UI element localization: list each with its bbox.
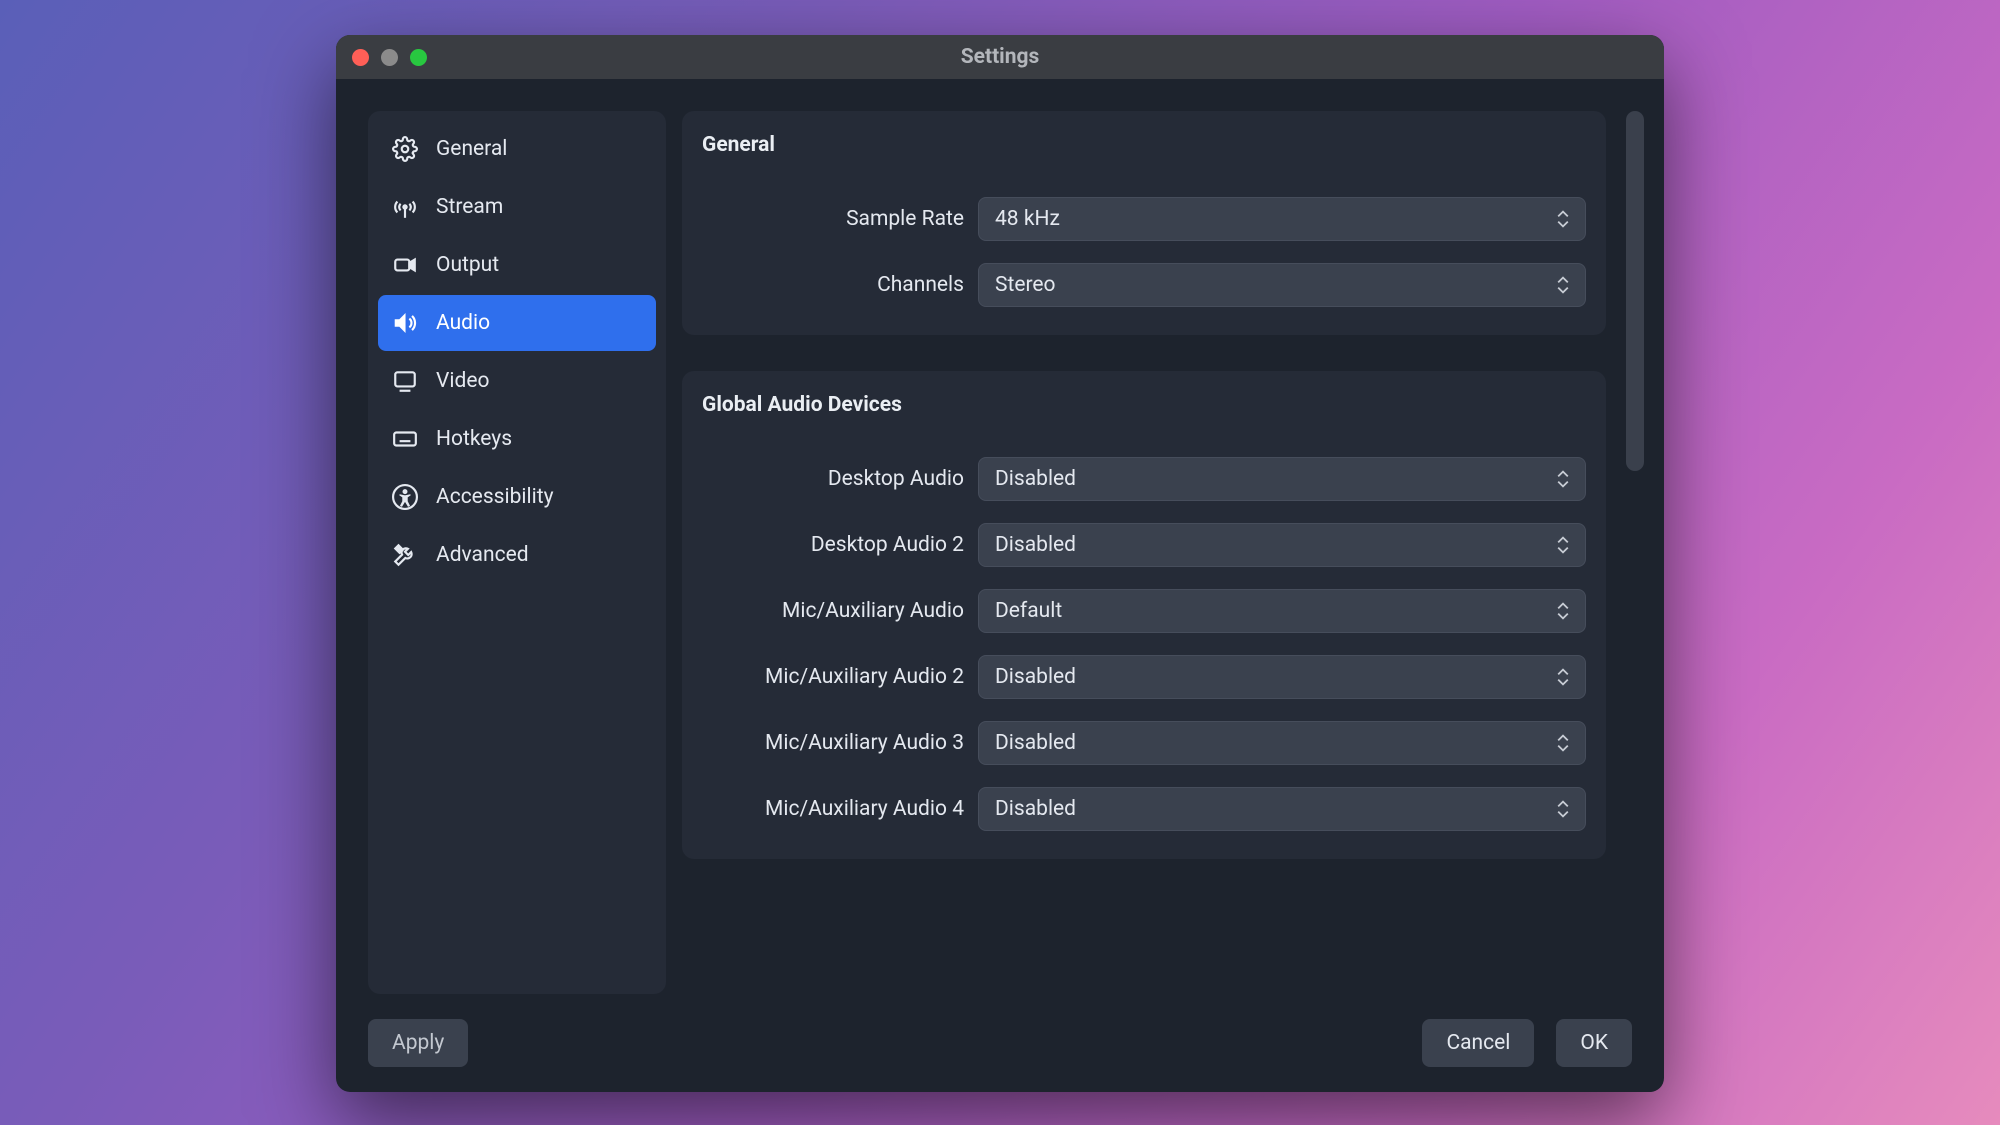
panel-title-general: General [702, 133, 1586, 157]
select-desktop-audio-2[interactable]: Disabled [978, 523, 1586, 567]
titlebar: Settings [336, 35, 1664, 79]
spinner-icon [1553, 590, 1573, 632]
sidebar-item-label: Output [436, 253, 499, 277]
content-column: General Sample Rate 48 kHz Channels [682, 111, 1626, 994]
select-value: Disabled [995, 665, 1076, 689]
row-sample-rate: Sample Rate 48 kHz [702, 197, 1586, 241]
select-value: 48 kHz [995, 207, 1060, 231]
cancel-button[interactable]: Cancel [1422, 1019, 1534, 1067]
row-mic-audio-2: Mic/Auxiliary Audio 2 Disabled [702, 655, 1586, 699]
window-minimize-button[interactable] [381, 49, 398, 66]
label-desktop-audio: Desktop Audio [702, 467, 978, 491]
sidebar-item-hotkeys[interactable]: Hotkeys [378, 411, 656, 467]
sidebar-item-output[interactable]: Output [378, 237, 656, 293]
label-mic-audio: Mic/Auxiliary Audio [702, 599, 978, 623]
accessibility-icon [392, 484, 418, 510]
keyboard-icon [392, 426, 418, 452]
sidebar-item-general[interactable]: General [378, 121, 656, 177]
select-mic-audio-2[interactable]: Disabled [978, 655, 1586, 699]
sidebar-item-advanced[interactable]: Advanced [378, 527, 656, 583]
speaker-icon [392, 310, 418, 336]
label-mic-audio-3: Mic/Auxiliary Audio 3 [702, 731, 978, 755]
select-value: Stereo [995, 273, 1056, 297]
window-controls [352, 49, 427, 66]
spinner-icon [1553, 524, 1573, 566]
sidebar-item-label: Audio [436, 311, 490, 335]
gear-icon [392, 136, 418, 162]
antenna-icon [392, 194, 418, 220]
select-value: Disabled [995, 797, 1076, 821]
select-value: Disabled [995, 533, 1076, 557]
select-value: Disabled [995, 467, 1076, 491]
sidebar-item-label: Accessibility [436, 485, 554, 509]
window-close-button[interactable] [352, 49, 369, 66]
content-area: General Sample Rate 48 kHz Channels [682, 111, 1644, 994]
select-sample-rate[interactable]: 48 kHz [978, 197, 1586, 241]
ok-button[interactable]: OK [1556, 1019, 1632, 1067]
spinner-icon [1553, 788, 1573, 830]
sidebar: General Stream Output Audio [368, 111, 666, 994]
row-channels: Channels Stereo [702, 263, 1586, 307]
label-sample-rate: Sample Rate [702, 207, 978, 231]
panel-global-audio-devices: Global Audio Devices Desktop Audio Disab… [682, 371, 1606, 859]
select-desktop-audio[interactable]: Disabled [978, 457, 1586, 501]
sidebar-item-video[interactable]: Video [378, 353, 656, 409]
scrollbar[interactable] [1626, 111, 1644, 994]
row-mic-audio-4: Mic/Auxiliary Audio 4 Disabled [702, 787, 1586, 831]
sidebar-item-stream[interactable]: Stream [378, 179, 656, 235]
window-title: Settings [336, 45, 1664, 69]
select-mic-audio-3[interactable]: Disabled [978, 721, 1586, 765]
row-mic-audio: Mic/Auxiliary Audio Default [702, 589, 1586, 633]
window-body: General Stream Output Audio [336, 79, 1664, 994]
camera-icon [392, 252, 418, 278]
select-value: Default [995, 599, 1062, 623]
label-mic-audio-2: Mic/Auxiliary Audio 2 [702, 665, 978, 689]
select-channels[interactable]: Stereo [978, 263, 1586, 307]
sidebar-item-label: Hotkeys [436, 427, 512, 451]
row-desktop-audio-2: Desktop Audio 2 Disabled [702, 523, 1586, 567]
tools-icon [392, 542, 418, 568]
select-mic-audio[interactable]: Default [978, 589, 1586, 633]
label-channels: Channels [702, 273, 978, 297]
row-mic-audio-3: Mic/Auxiliary Audio 3 Disabled [702, 721, 1586, 765]
select-value: Disabled [995, 731, 1076, 755]
sidebar-item-label: Video [436, 369, 489, 393]
label-desktop-audio-2: Desktop Audio 2 [702, 533, 978, 557]
panel-title-devices: Global Audio Devices [702, 393, 1586, 417]
spinner-icon [1553, 264, 1573, 306]
sidebar-item-label: Advanced [436, 543, 529, 567]
spinner-icon [1553, 656, 1573, 698]
sidebar-item-label: General [436, 137, 507, 161]
sidebar-item-label: Stream [436, 195, 503, 219]
window-maximize-button[interactable] [410, 49, 427, 66]
settings-window: Settings General Stream Output [336, 35, 1664, 1092]
spinner-icon [1553, 458, 1573, 500]
sidebar-item-audio[interactable]: Audio [378, 295, 656, 351]
spinner-icon [1553, 198, 1573, 240]
footer: Apply Cancel OK [336, 994, 1664, 1092]
sidebar-item-accessibility[interactable]: Accessibility [378, 469, 656, 525]
label-mic-audio-4: Mic/Auxiliary Audio 4 [702, 797, 978, 821]
spinner-icon [1553, 722, 1573, 764]
row-desktop-audio: Desktop Audio Disabled [702, 457, 1586, 501]
select-mic-audio-4[interactable]: Disabled [978, 787, 1586, 831]
footer-right: Cancel OK [1422, 1019, 1632, 1067]
scrollbar-thumb[interactable] [1626, 111, 1644, 471]
monitor-icon [392, 368, 418, 394]
apply-button[interactable]: Apply [368, 1019, 468, 1067]
panel-general: General Sample Rate 48 kHz Channels [682, 111, 1606, 335]
